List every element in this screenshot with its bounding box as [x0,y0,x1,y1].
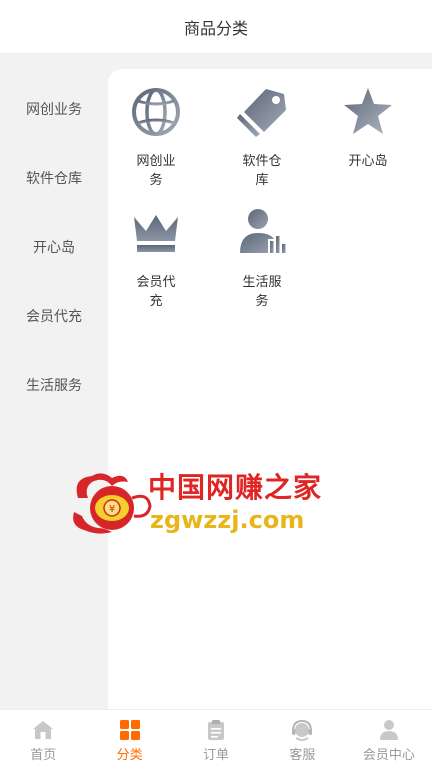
clipboard-icon [208,720,225,740]
sidebar-item-label: 软件仓库 [26,171,82,187]
category-label: 网创业务 [136,154,176,188]
sidebar-item-label: 会员代充 [26,309,82,325]
person-icon [379,720,398,740]
dragon-coin-logo: ¥ [73,473,152,534]
category-software[interactable]: 软件仓库 [214,86,310,190]
home-icon [33,721,54,739]
watermark-en-text: zgwzzj.com [150,506,305,534]
tab-label: 客服 [289,748,316,763]
headset-icon [292,719,313,741]
tab-label: 首页 [30,748,57,763]
page-header: 商品分类 [0,0,432,54]
sidebar-item-software[interactable]: 软件仓库 [0,158,108,198]
sidebar-item-membership[interactable]: 会员代充 [0,296,108,336]
sidebar-item-life-service[interactable]: 生活服务 [0,365,108,405]
sidebar-item-label: 开心岛 [33,240,75,256]
grid-icon [119,720,140,740]
category-happy-island[interactable]: 开心岛 [320,86,416,171]
tab-home[interactable]: 首页 [0,710,86,769]
watermark-cn-text: 中国网赚之家 [148,471,323,504]
sidebar-item-net-business[interactable]: 网创业务 [0,89,108,129]
sidebar-item-happy-island[interactable]: 开心岛 [0,227,108,267]
tab-label: 订单 [203,748,230,763]
category-label: 开心岛 [348,154,388,169]
category-sidebar: 网创业务 软件仓库 开心岛 会员代充 生活服务 [0,54,108,709]
category-panel: 网创业务 软件仓库 开心岛 会员代充 生活服务 [108,69,432,709]
sidebar-item-label: 网创业务 [26,102,82,118]
category-net-business[interactable]: 网创业务 [108,86,204,190]
category-life-service[interactable]: 生活服务 [214,207,310,311]
category-label: 生活服务 [242,275,282,309]
tab-label: 会员中心 [362,748,415,763]
category-label: 会员代充 [136,275,176,309]
tab-member-center[interactable]: 会员中心 [346,710,432,769]
category-membership[interactable]: 会员代充 [108,207,204,311]
crown-icon [134,215,178,252]
page-title: 商品分类 [183,18,248,38]
star-icon [344,88,392,134]
watermark: ¥ 中国网赚之家 zgwzzj.com [68,462,321,542]
globe-icon [132,88,180,136]
sidebar-item-label: 生活服务 [26,378,82,394]
tab-orders[interactable]: 订单 [173,710,259,769]
svg-text:¥: ¥ [109,504,115,515]
user-chart-icon [240,209,286,253]
tab-customer-service[interactable]: 客服 [259,710,345,769]
category-label: 软件仓库 [242,154,282,188]
bottom-tab-bar: 首页 分类 订单 客服 会员中心 [0,709,432,769]
content-area: 网创业务 软件仓库 开心岛 会员代充 生活服务 网创业务 软件仓库 开心岛 会员… [0,54,432,709]
tab-category[interactable]: 分类 [86,710,172,769]
tab-label: 分类 [116,748,143,763]
tag-icon [237,89,286,137]
